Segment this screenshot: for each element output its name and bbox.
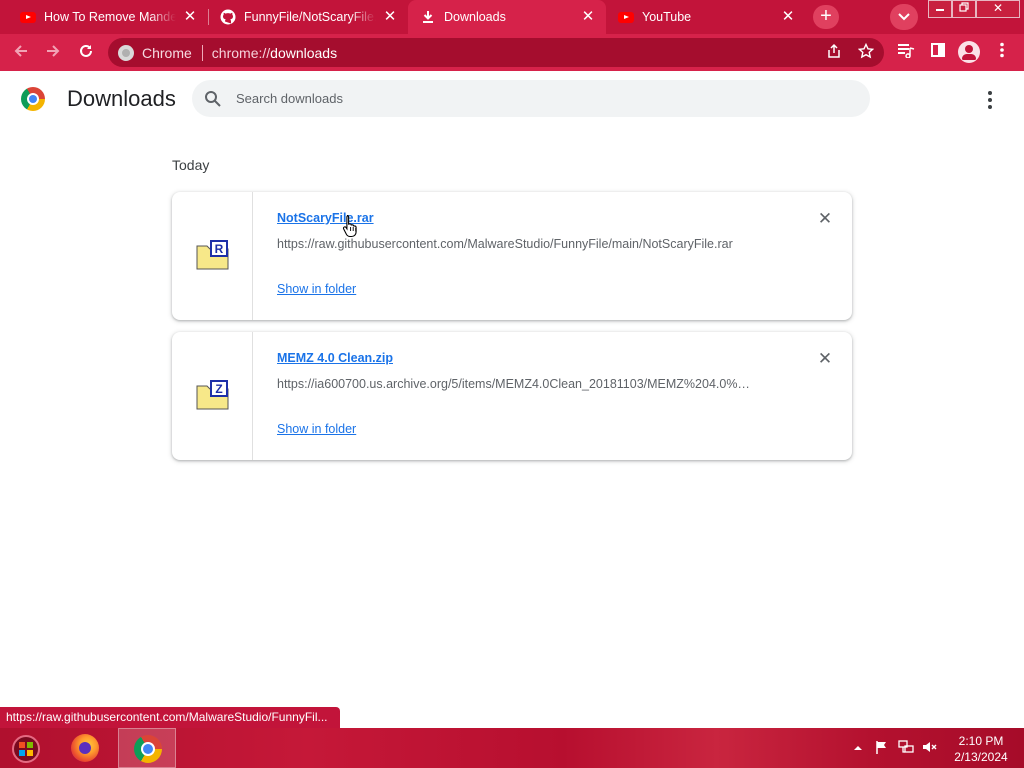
svg-text:Z: Z (215, 382, 222, 396)
github-icon (220, 9, 236, 25)
show-hidden-icons-icon[interactable] (850, 740, 866, 756)
more-actions-icon[interactable] (978, 88, 1002, 112)
tab-divider (208, 9, 209, 25)
action-center-flag-icon[interactable] (874, 740, 890, 756)
site-label: Chrome (142, 44, 192, 61)
show-in-folder-link[interactable]: Show in folder (277, 422, 356, 436)
reload-button[interactable] (73, 40, 99, 66)
browser-toolbar: Chrome chrome://downloads (0, 34, 1024, 71)
start-button[interactable] (8, 731, 44, 765)
reload-icon (80, 44, 92, 57)
remove-download-icon[interactable]: ✕ (817, 350, 833, 367)
arrow-right-icon (47, 45, 60, 57)
hand-cursor-icon (342, 214, 357, 238)
remove-download-icon[interactable]: ✕ (817, 210, 833, 227)
rar-archive-icon: R (196, 240, 229, 270)
clock-time: 2:10 PM (958, 734, 1004, 748)
restore-button[interactable] (952, 0, 976, 18)
close-tab-icon[interactable]: ✕ (182, 9, 198, 25)
browser-menu-icon[interactable] (992, 42, 1012, 62)
close-tab-icon[interactable]: ✕ (780, 9, 796, 25)
close-window-button[interactable]: ✕ (976, 0, 1020, 18)
url-text[interactable]: chrome://downloads (212, 45, 337, 61)
download-icon (420, 9, 436, 25)
back-button[interactable] (8, 40, 34, 66)
share-icon[interactable] (824, 43, 844, 63)
download-item: R NotScaryFile.rar https://raw.githubuse… (172, 192, 852, 320)
tab-strip: How To Remove Mandela ✕ FunnyFile/NotSca… (0, 0, 1024, 34)
youtube-icon (20, 9, 36, 25)
firefox-icon (71, 734, 99, 762)
close-tab-icon[interactable]: ✕ (580, 9, 596, 25)
arrow-left-icon (14, 45, 27, 57)
date-section-label: Today (172, 157, 210, 173)
svg-text:R: R (215, 242, 224, 256)
bookmark-star-icon[interactable] (856, 42, 876, 63)
windows-taskbar: 2:10 PM 2/13/2024 (0, 728, 1024, 768)
page-title: Downloads (67, 86, 176, 111)
zip-archive-icon: Z (196, 380, 229, 410)
close-tab-icon[interactable]: ✕ (382, 9, 398, 25)
youtube-icon (618, 9, 634, 25)
search-icon (204, 90, 222, 108)
taskbar-firefox-button[interactable] (56, 728, 114, 768)
download-source-url[interactable]: https://ia600700.us.archive.org/5/items/… (277, 377, 777, 391)
tab-downloads[interactable]: Downloads ✕ (408, 0, 606, 34)
chrome-icon (134, 735, 162, 763)
chrome-site-icon (118, 44, 134, 61)
tab-youtube[interactable]: YouTube ✕ (606, 0, 806, 34)
search-downloads-bar[interactable] (192, 80, 870, 117)
reading-list-icon[interactable] (896, 42, 916, 62)
search-downloads-input[interactable] (236, 88, 836, 109)
new-tab-button[interactable]: + (813, 5, 839, 29)
download-item: Z MEMZ 4.0 Clean.zip https://ia600700.us… (172, 332, 852, 460)
tab-search-button[interactable] (890, 4, 918, 30)
minimize-button[interactable] (928, 0, 952, 18)
file-icon-column: R (172, 192, 253, 320)
taskbar-chrome-button[interactable] (118, 728, 176, 768)
clock-date: 2/13/2024 (954, 750, 1008, 764)
tab-title: Downloads (444, 10, 506, 24)
network-icon[interactable] (898, 740, 914, 756)
show-in-folder-link[interactable]: Show in folder (277, 282, 356, 296)
address-bar[interactable]: Chrome chrome://downloads (108, 38, 884, 67)
download-source-url[interactable]: https://raw.githubusercontent.com/Malwar… (277, 237, 777, 251)
side-panel-icon[interactable] (928, 42, 948, 62)
link-status-bubble: https://raw.githubusercontent.com/Malwar… (0, 707, 340, 728)
chrome-logo-icon (21, 87, 45, 111)
forward-button[interactable] (40, 40, 66, 66)
tab-title: YouTube (642, 10, 692, 24)
tab-how-to-remove-mandela[interactable]: How To Remove Mandela ✕ (0, 0, 208, 34)
taskbar-clock[interactable]: 2:10 PM 2/13/2024 (948, 733, 1014, 765)
profile-avatar[interactable] (958, 41, 980, 63)
omnibox-divider (201, 44, 203, 61)
file-icon-column: Z (172, 332, 253, 460)
tab-title: FunnyFile/NotScaryFile.rar (244, 10, 376, 24)
download-file-name-link[interactable]: MEMZ 4.0 Clean.zip (277, 351, 393, 365)
tab-title: How To Remove Mandela (44, 10, 176, 24)
tab-funnyfile-github[interactable]: FunnyFile/NotScaryFile.rar ✕ (218, 0, 408, 34)
volume-muted-icon[interactable] (922, 740, 938, 756)
